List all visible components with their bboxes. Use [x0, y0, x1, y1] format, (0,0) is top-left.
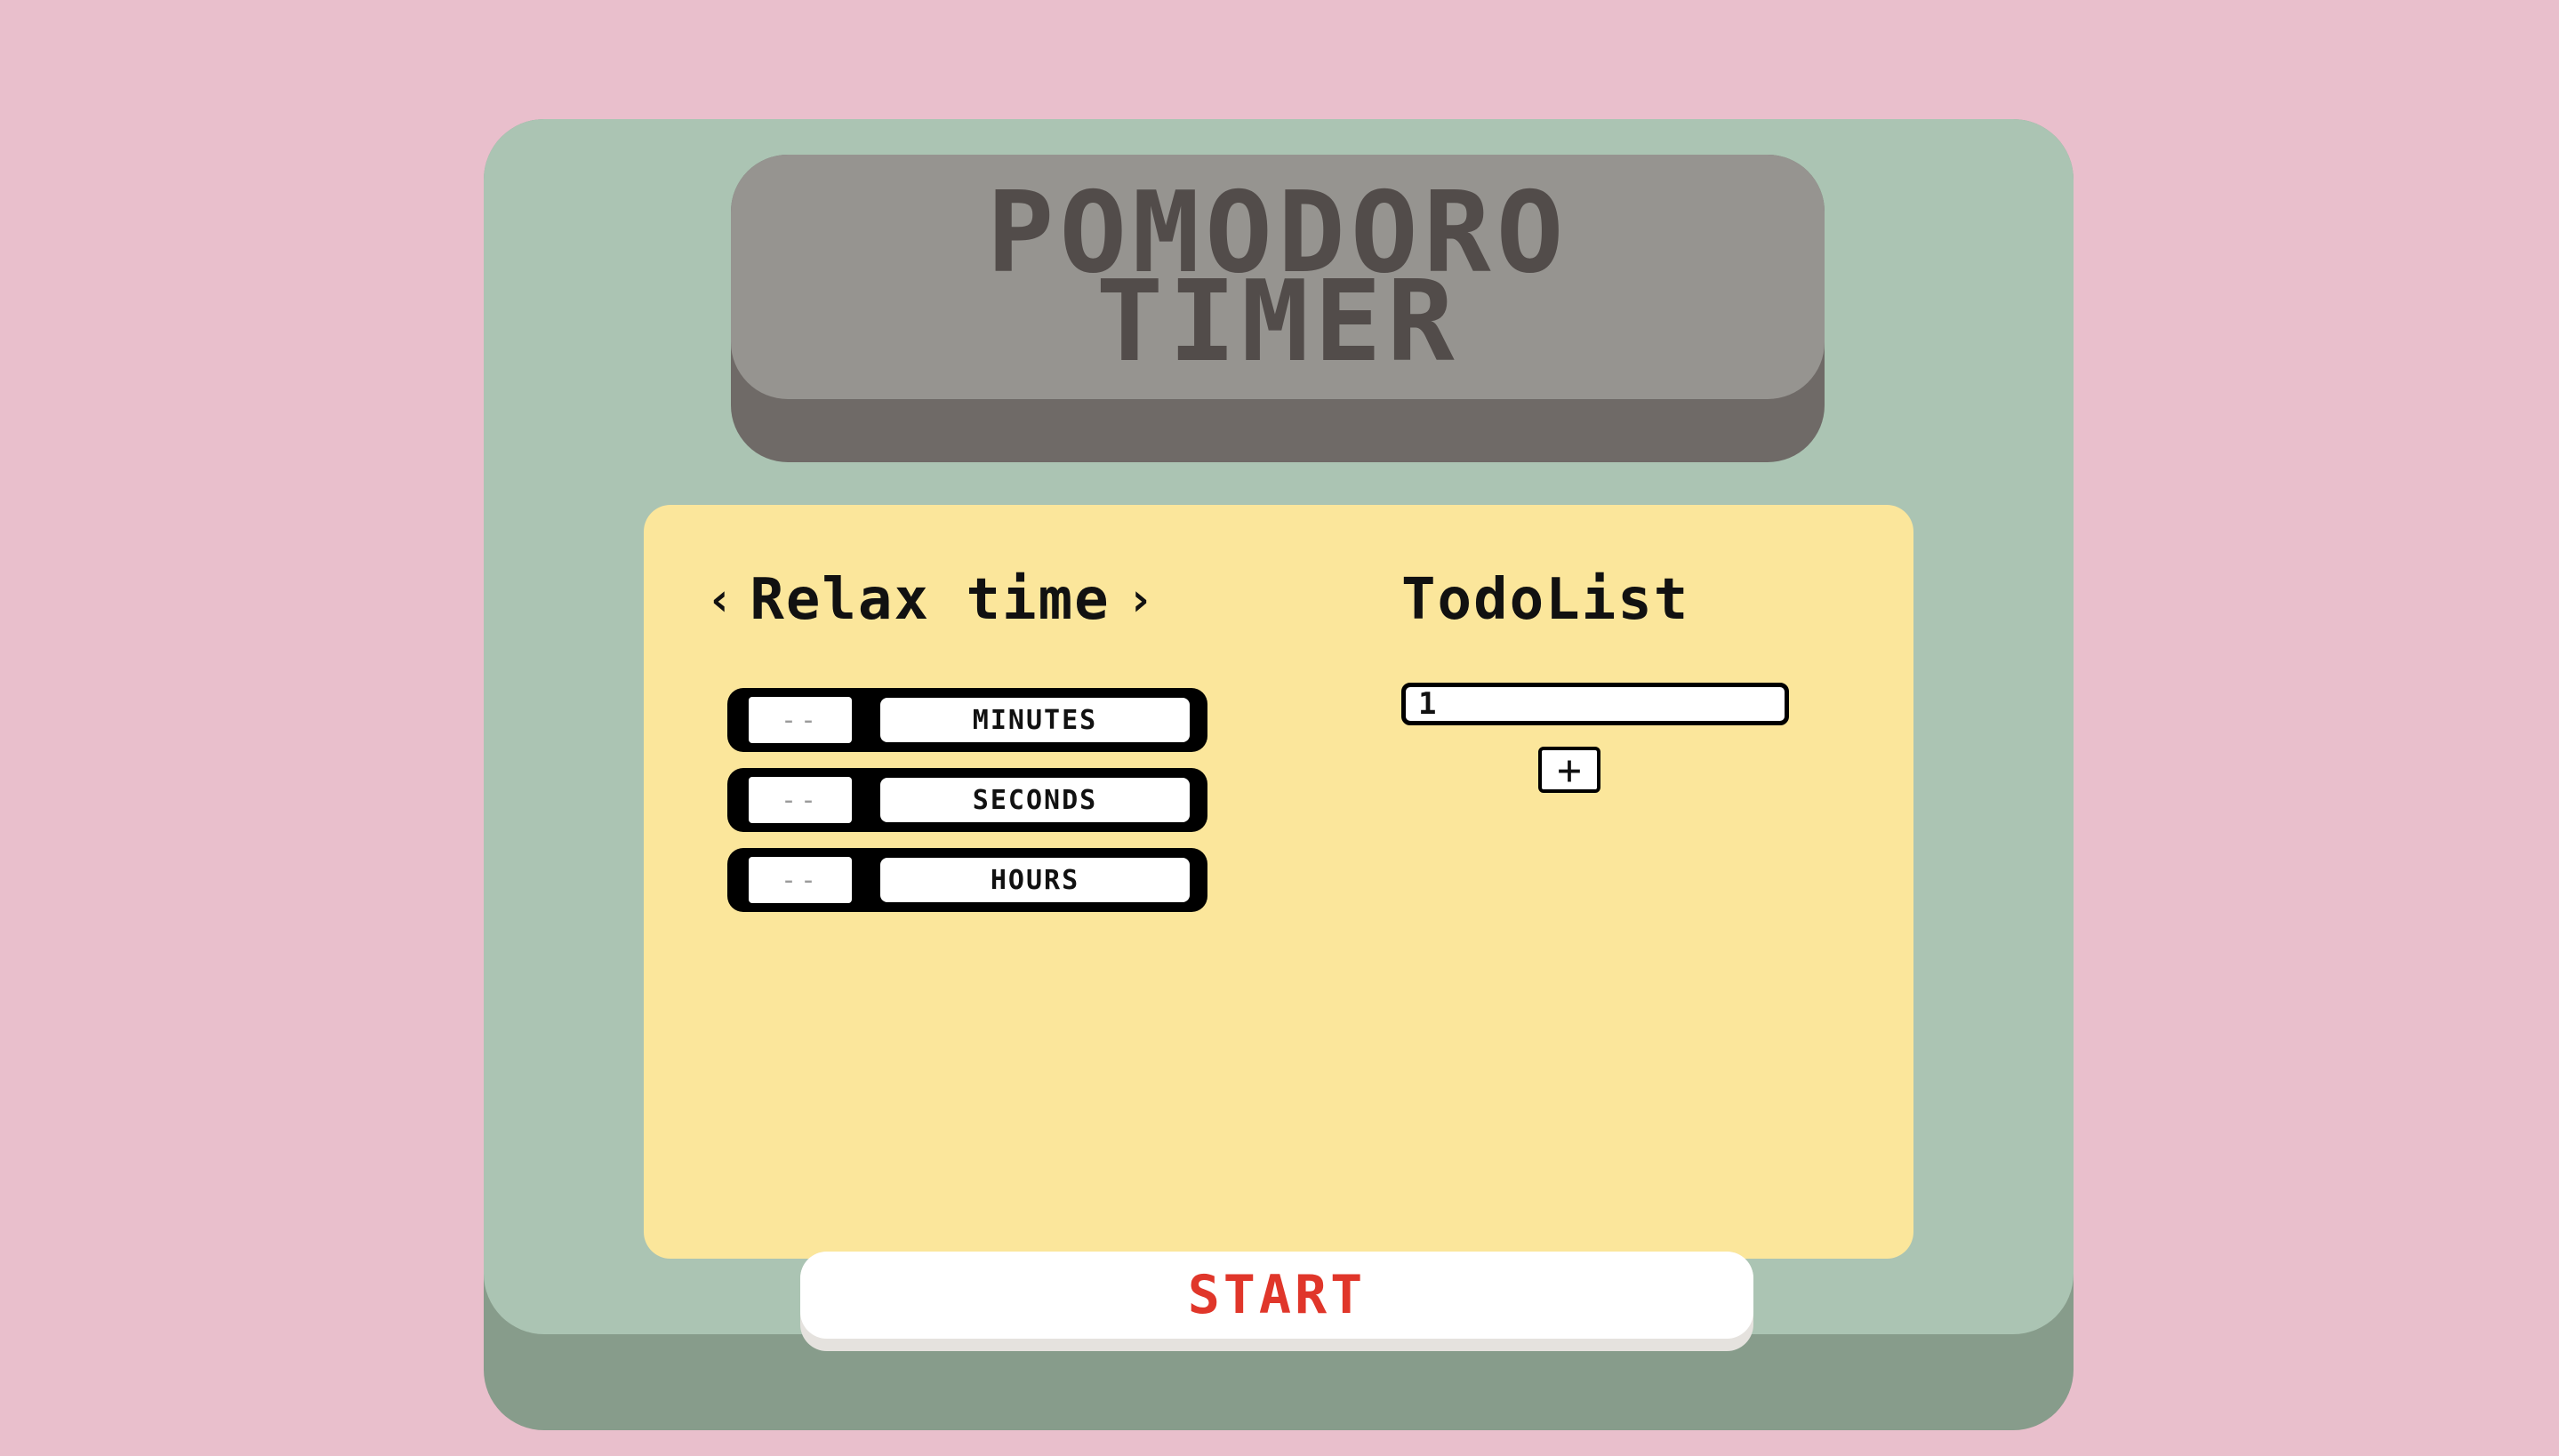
- plus-icon: +: [1557, 746, 1582, 794]
- hours-input[interactable]: [749, 857, 852, 903]
- hours-label: HOURS: [880, 858, 1190, 902]
- start-button-base: START: [800, 1252, 1753, 1351]
- device-face: POMODORO TIMER ‹ Relax time › MINUTES SE…: [484, 119, 2074, 1351]
- mode-title: Relax time: [750, 567, 1111, 633]
- pomodoro-device: POMODORO TIMER ‹ Relax time › MINUTES SE…: [484, 119, 2074, 1430]
- title-plate: POMODORO TIMER: [731, 155, 1825, 462]
- start-button[interactable]: START: [800, 1252, 1753, 1339]
- add-todo-button[interactable]: +: [1538, 747, 1600, 793]
- seconds-row: SECONDS: [727, 768, 1207, 832]
- mode-selector: ‹ Relax time ›: [706, 567, 1154, 633]
- seconds-input[interactable]: [749, 777, 852, 823]
- seconds-label: SECONDS: [880, 778, 1190, 822]
- todo-title: TodoList: [1401, 567, 1690, 633]
- chevron-right-icon[interactable]: ›: [1127, 577, 1154, 623]
- minutes-label: MINUTES: [880, 698, 1190, 742]
- chevron-left-icon[interactable]: ‹: [706, 577, 734, 623]
- minutes-row: MINUTES: [727, 688, 1207, 752]
- time-fields: MINUTES SECONDS HOURS: [727, 688, 1207, 928]
- minutes-input[interactable]: [749, 697, 852, 743]
- todo-input[interactable]: [1401, 683, 1789, 725]
- title-face: POMODORO TIMER: [731, 155, 1825, 399]
- app-title: POMODORO TIMER: [986, 166, 1569, 387]
- main-panel: ‹ Relax time › MINUTES SECONDS HOURS T: [644, 505, 1913, 1351]
- hours-row: HOURS: [727, 848, 1207, 912]
